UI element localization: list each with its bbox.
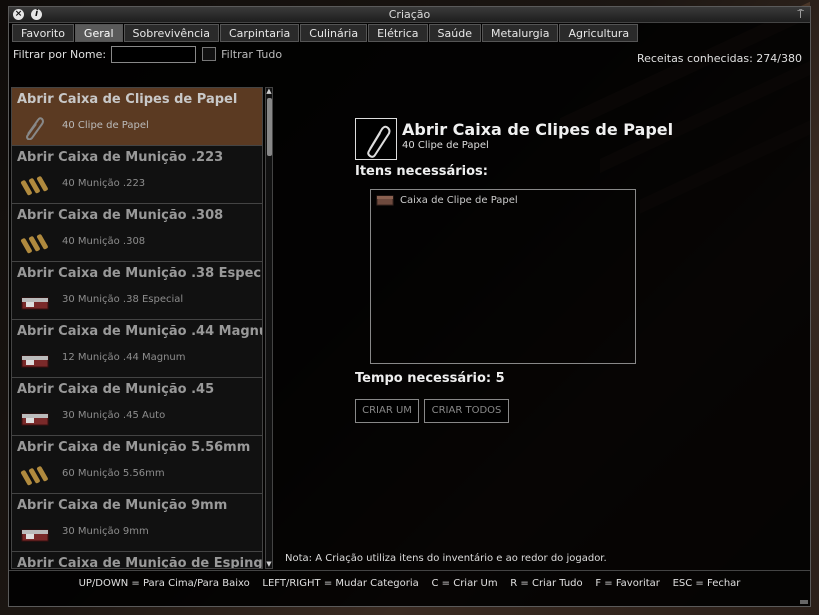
paperclip-icon [26,117,44,140]
recipe-list-item[interactable]: Abrir Caixa de Munição .44 Magnum 12 Muni… [12,320,262,378]
craft-all-button[interactable]: CRIAR TODOS [424,399,509,423]
ammo-box-icon [21,355,49,368]
needed-items-label: Itens necessários: [355,164,488,179]
recipe-item-result: 12 Munição .44 Magnum [62,352,186,363]
ammo-box-icon [21,413,49,426]
pin-icon[interactable]: ⍑ [797,8,804,22]
recipe-item-title: Abrir Caixa de Munição .308 [17,208,224,223]
tab-metalurgia[interactable]: Metalurgia [482,24,559,42]
key-hints-bar: UP/DOWN = Para Cima/Para Baixo LEFT/RIGH… [9,570,810,606]
recipe-item-title: Abrir Caixa de Munição .44 Magnum [17,324,263,339]
recipe-item-result: 40 Clipe de Papel [62,120,149,131]
ammo-box-icon [21,529,49,542]
crafting-note: Nota: A Criação utiliza itens do inventá… [285,553,607,564]
recipe-item-title: Abrir Caixa de Munição .223 [17,150,224,165]
box-icon [376,195,394,206]
recipe-list-item[interactable]: Abrir Caixa de Munição .38 Especial 30 Mu… [12,262,262,320]
bullets-icon [21,176,48,196]
key-hints: UP/DOWN = Para Cima/Para Baixo LEFT/RIGH… [78,578,741,589]
recipe-result: 40 Clipe de Papel [402,140,489,151]
tab-sobrevivencia[interactable]: Sobrevivência [123,24,219,42]
tab-carpintaria[interactable]: Carpintaria [219,24,300,42]
recipe-item-title: Abrir Caixa de Munição .45 [17,382,215,397]
recipe-item-title: Abrir Caixa de Munição 5.56mm [17,440,251,455]
filter-name-label: Filtrar por Nome: [13,47,107,61]
recipe-item-title: Abrir Caixa de Munição 9mm [17,498,228,513]
tab-culinaria[interactable]: Culinária [300,24,368,42]
recipe-item-result: 30 Munição .45 Auto [62,410,166,421]
window-title: Criação [388,8,431,21]
recipe-title: Abrir Caixa de Clipes de Papel [402,120,674,139]
tab-agricultura[interactable]: Agricultura [559,24,639,42]
resize-grip[interactable] [800,600,808,604]
tab-geral[interactable]: Geral [74,24,123,42]
recipe-list-item[interactable]: Abrir Caixa de Munição .308 40 Munição .3… [12,204,262,262]
tab-favorito[interactable]: Favorito [12,24,74,42]
needed-items-list: Caixa de Clipe de Papel [370,189,636,364]
recipe-list: Abrir Caixa de Clipes de Papel 40 Clipe d… [11,87,263,569]
recipe-list-item[interactable]: Abrir Caixa de Munição de Espingarda [12,552,263,569]
recipe-list-item[interactable]: Abrir Caixa de Clipes de Papel 40 Clipe d… [12,88,262,146]
recipe-item-title: Abrir Caixa de Clipes de Papel [17,92,238,107]
needed-item-name: Caixa de Clipe de Papel [400,194,518,206]
ammo-box-icon [21,297,49,310]
scroll-up-icon[interactable]: ▲ [265,87,273,95]
crafting-window: × i Criação ⍑ Favorito Geral Sobrevivência… [8,6,811,607]
filter-all-checkbox[interactable] [202,47,217,61]
recipe-item-title: Abrir Caixa de Munição .38 Especial [17,266,263,281]
craft-one-button[interactable]: CRIAR UM [355,399,419,423]
filter-name-input[interactable] [111,45,197,63]
filter-row: Filtrar por Nome: Filtrar Tudo [13,45,282,63]
title-bar[interactable]: × i Criação ⍑ [9,7,810,23]
tab-saude[interactable]: Saúde [428,24,481,42]
category-tabs: Favorito Geral Sobrevivência Carpintaria Cul… [12,24,639,42]
recipe-item-result: 40 Munição .223 [62,178,146,189]
filter-all-label: Filtrar Tudo [221,47,283,61]
bullets-icon [21,466,48,486]
recipe-item-result: 40 Munição .308 [62,236,146,247]
paperclip-icon [355,118,397,160]
scroll-down-icon[interactable]: ▼ [265,560,273,568]
recipe-list-item[interactable]: Abrir Caixa de Munição 5.56mm 60 Munição … [12,436,262,494]
recipe-list-item[interactable]: Abrir Caixa de Munição .223 40 Munição .2… [12,146,262,204]
recipe-item-title: Abrir Caixa de Munição de Espingarda [17,556,263,569]
tab-eletrica[interactable]: Elétrica [368,24,428,42]
scroll-thumb[interactable] [267,98,272,156]
recipe-item-result: 60 Munição 5.56mm [62,468,165,479]
time-required: Tempo necessário: 5 [355,371,505,386]
known-recipes-count: Receitas conhecidas: 274/380 [636,52,802,65]
needed-item: Caixa de Clipe de Papel [376,194,518,206]
recipe-item-result: 30 Munição 9mm [62,526,149,537]
recipe-list-scrollbar[interactable]: ▲ ▼ [265,87,273,569]
bullets-icon [21,234,48,254]
recipe-list-item[interactable]: Abrir Caixa de Munição 9mm 30 Munição 9mm [12,494,262,552]
recipe-item-result: 30 Munição .38 Especial [62,294,184,305]
recipe-list-item[interactable]: Abrir Caixa de Munição .45 30 Munição .45… [12,378,262,436]
